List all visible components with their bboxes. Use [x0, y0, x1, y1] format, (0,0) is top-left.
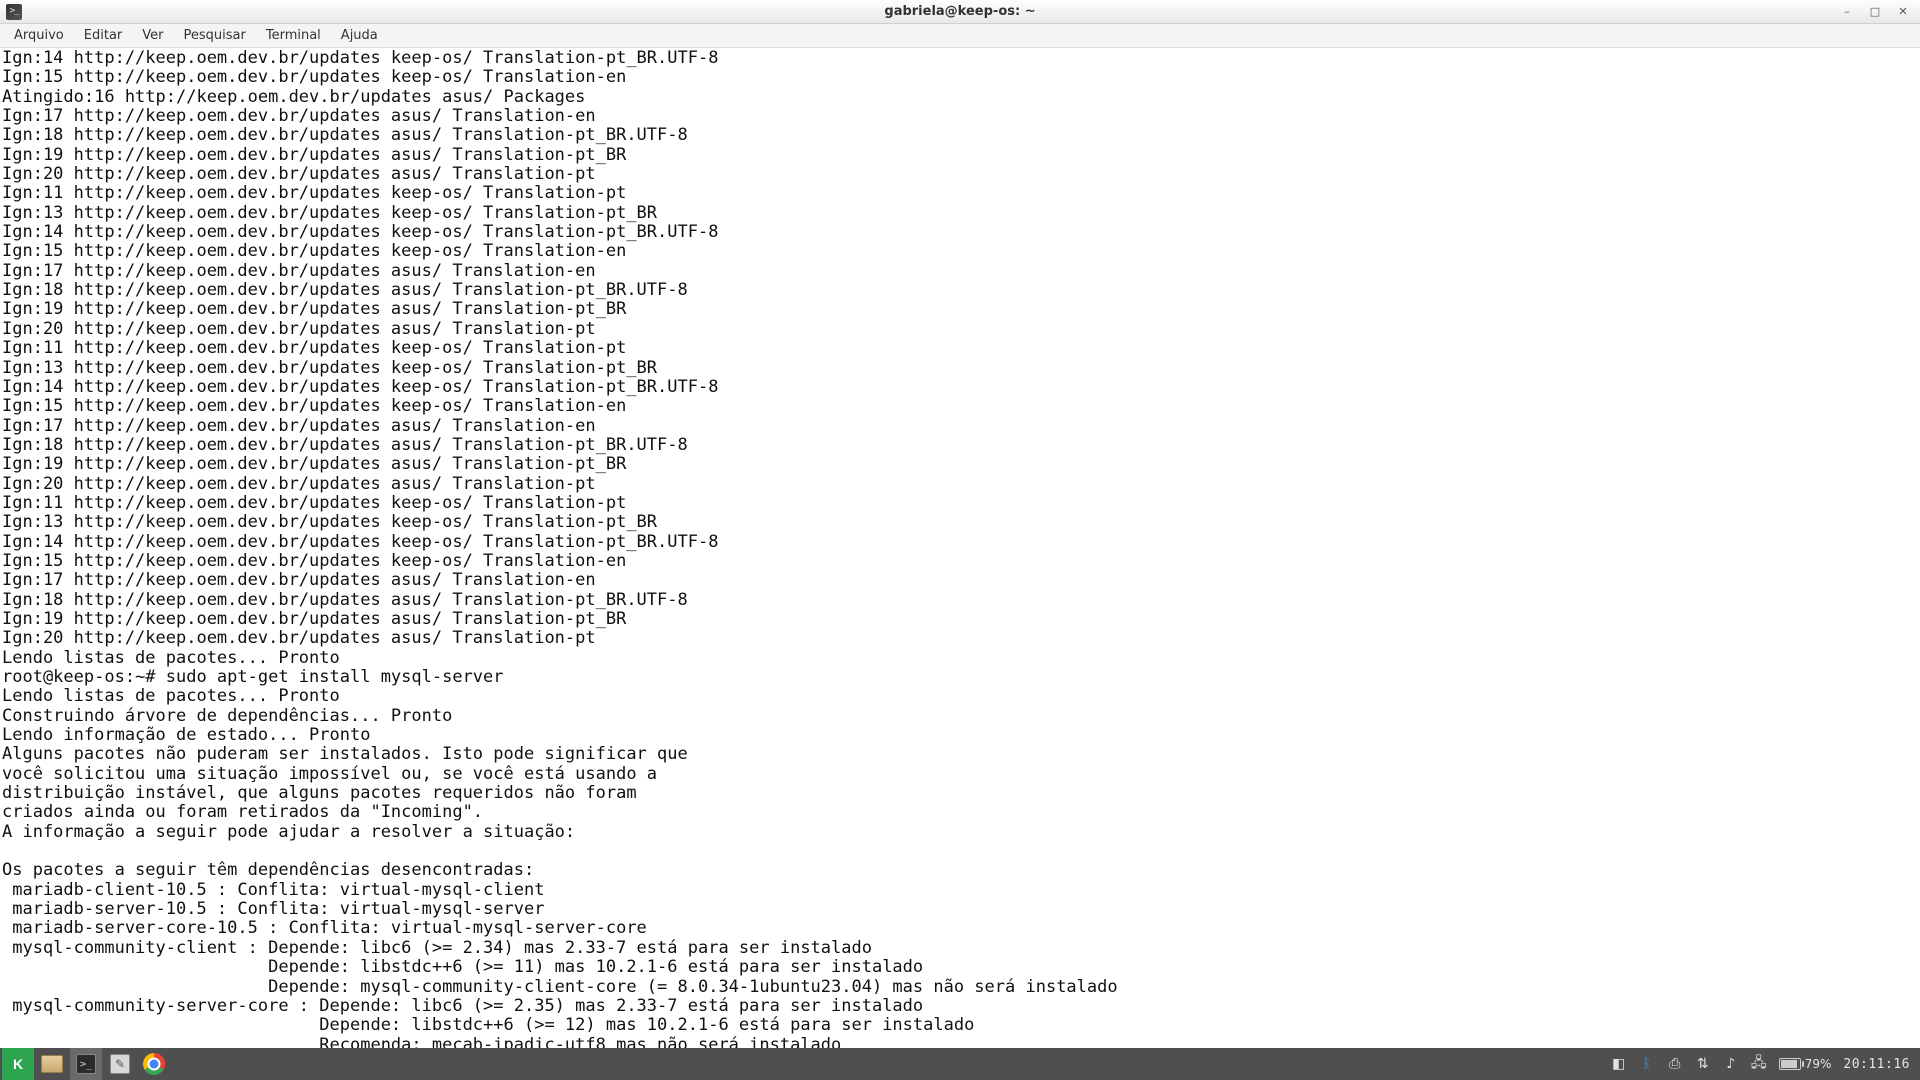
- bluetooth-icon[interactable]: ᛒ: [1639, 1056, 1655, 1072]
- window-title: gabriela@keep-os: ~: [884, 4, 1035, 19]
- terminal-viewport[interactable]: Ign:14 http://keep.oem.dev.br/updates ke…: [0, 48, 1920, 1080]
- menu-pesquisar[interactable]: Pesquisar: [174, 26, 256, 45]
- window-titlebar: gabriela@keep-os: ~ – □ ✕: [0, 0, 1920, 24]
- menu-ajuda[interactable]: Ajuda: [331, 26, 388, 45]
- taskbar-text-editor[interactable]: [104, 1048, 136, 1080]
- taskbar: ◧ ᛒ ⎙ ⇅ ♪ 🖧 79% 20:11:16: [0, 1048, 1920, 1080]
- taskbar-file-manager[interactable]: [36, 1048, 68, 1080]
- menubar: Arquivo Editar Ver Pesquisar Terminal Aj…: [0, 24, 1920, 48]
- taskbar-chrome[interactable]: [138, 1048, 170, 1080]
- terminal-icon: [76, 1054, 96, 1074]
- start-icon: [8, 1054, 28, 1074]
- maximize-button[interactable]: □: [1868, 5, 1882, 19]
- taskbar-clock[interactable]: 20:11:16: [1843, 1057, 1910, 1072]
- menu-editar[interactable]: Editar: [74, 26, 133, 45]
- printer-icon[interactable]: ⎙: [1667, 1056, 1683, 1072]
- battery-indicator[interactable]: 79%: [1779, 1057, 1832, 1071]
- menu-terminal[interactable]: Terminal: [256, 26, 331, 45]
- close-button[interactable]: ✕: [1896, 5, 1910, 19]
- volume-icon[interactable]: ♪: [1723, 1056, 1739, 1072]
- start-menu-button[interactable]: [2, 1048, 34, 1080]
- terminal-app-icon: [6, 4, 22, 20]
- menu-ver[interactable]: Ver: [132, 26, 173, 45]
- taskbar-terminal[interactable]: [70, 1048, 102, 1080]
- menu-arquivo[interactable]: Arquivo: [4, 26, 74, 45]
- battery-icon: [1779, 1058, 1801, 1070]
- editor-icon: [110, 1054, 130, 1074]
- network-icon[interactable]: 🖧: [1751, 1056, 1767, 1072]
- folder-icon: [41, 1055, 63, 1073]
- minimize-button[interactable]: –: [1840, 5, 1854, 19]
- battery-percent: 79%: [1805, 1057, 1832, 1071]
- tray-generic-icon[interactable]: ◧: [1611, 1056, 1627, 1072]
- wifi-icon[interactable]: ⇅: [1695, 1056, 1711, 1072]
- chrome-icon: [143, 1053, 165, 1075]
